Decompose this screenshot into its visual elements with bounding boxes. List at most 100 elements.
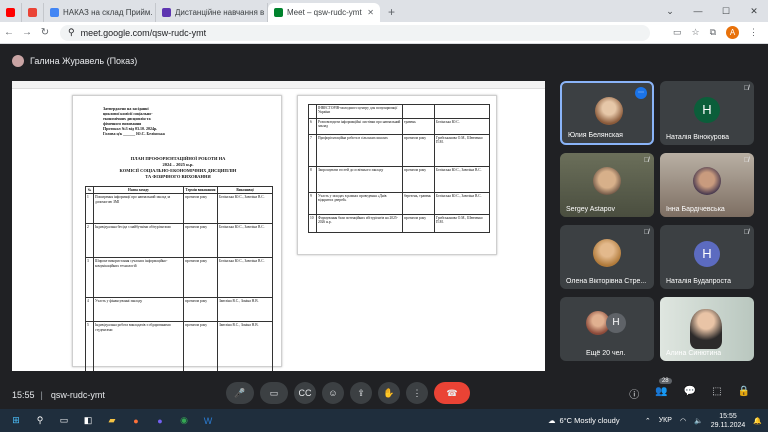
menu-icon[interactable]: ⋮ bbox=[749, 27, 758, 38]
browser-tab-4[interactable]: Дистанційне навчання в ВСП ✕ bbox=[156, 3, 268, 22]
profile-avatar[interactable]: A bbox=[726, 26, 739, 39]
col-header: Назва заходу bbox=[93, 185, 184, 195]
chat-icon[interactable]: 💬 bbox=[684, 386, 696, 401]
volume-icon[interactable]: 🔈 bbox=[694, 417, 703, 425]
participant-name: Наталія Вінокурова bbox=[666, 134, 730, 141]
more-options-button[interactable]: ⋮ bbox=[406, 382, 428, 404]
close-window-button[interactable]: ✕ bbox=[740, 0, 768, 22]
notifications-icon[interactable]: 🔔 bbox=[753, 417, 762, 425]
participant-tile[interactable]: Н 🎙̸ Наталія Вінокурова bbox=[660, 81, 754, 145]
chrome-icon[interactable]: ◉ bbox=[176, 413, 192, 429]
participant-name: Юлия Белянская bbox=[568, 132, 623, 139]
table-cell: Участь у заходах в рамках проведення «Дн… bbox=[316, 192, 403, 215]
participant-tile[interactable]: Н 🎙̸ Наталія Будапроста bbox=[660, 225, 754, 289]
star-icon[interactable]: ☆ bbox=[691, 27, 699, 38]
viber-icon[interactable]: ● bbox=[152, 413, 168, 429]
new-tab-button[interactable]: + bbox=[380, 5, 403, 22]
cloud-icon: ☁ bbox=[548, 416, 556, 425]
weather-widget[interactable]: ☁ 6°C Mostly cloudy bbox=[548, 409, 620, 432]
chevron-down-icon[interactable]: ⌄ bbox=[656, 0, 684, 22]
document-page-2: ІНВЕСТОРІВ-молодшого центру для популяри… bbox=[297, 95, 497, 255]
col-header: Виконавці bbox=[217, 185, 273, 195]
shared-screen[interactable]: Затверджено на засіданні циклової комісі… bbox=[12, 81, 545, 371]
document-toolbar bbox=[12, 81, 545, 89]
table-row: 3 Широке використання сучасних інформаці… bbox=[85, 257, 273, 299]
table-cell: Участь у фінансуванні закладу bbox=[93, 297, 184, 323]
browser-tab-meet[interactable]: Meet – qsw-rudc-ymt ✕ bbox=[268, 3, 380, 22]
raise-hand-button[interactable]: ✋ bbox=[378, 382, 400, 404]
table-cell: Індивідуальна робота викладачів з обдаро… bbox=[93, 321, 184, 371]
participant-tile[interactable]: 🎙̸ Sergey Astapov bbox=[560, 153, 654, 217]
browser-tab-2[interactable] bbox=[22, 3, 44, 22]
maximize-button[interactable]: ☐ bbox=[712, 0, 740, 22]
file-explorer-icon[interactable]: ▰ bbox=[104, 413, 120, 429]
people-icon[interactable]: 👥 28 bbox=[655, 378, 672, 401]
browser-tab-3[interactable]: НАКАЗ на склад Прийм. комі ✕ bbox=[44, 3, 156, 22]
title-line: ТА ФІЗИЧНОГО ВИХОВАННЯ bbox=[145, 174, 211, 179]
avatar: Н bbox=[694, 97, 720, 123]
table-cell: протягом року bbox=[183, 297, 218, 323]
captions-button[interactable]: CC bbox=[294, 382, 316, 404]
table-cell: 1 bbox=[85, 193, 94, 225]
browser-tab-1[interactable] bbox=[0, 3, 22, 22]
info-icon[interactable]: ⓘ bbox=[629, 386, 639, 401]
end-call-button[interactable]: ☎ bbox=[434, 382, 470, 404]
table-header-row: № Назва заходу Термін виконання Виконавц… bbox=[85, 185, 273, 195]
meeting-code: qsw-rudc-ymt bbox=[50, 389, 105, 400]
address-bar: ← → ↻ ⚲ meet.google.com/qsw-rudc-ymt ▭ ☆… bbox=[0, 22, 768, 44]
more-participants-tile[interactable]: Н Ещё 20 чел. bbox=[560, 297, 654, 361]
url-field[interactable]: ⚲ meet.google.com/qsw-rudc-ymt bbox=[60, 24, 650, 41]
url-text: meet.google.com/qsw-rudc-ymt bbox=[80, 27, 207, 38]
document-page-1: Затверджено на засіданні циклової комісі… bbox=[72, 95, 282, 371]
chevron-up-icon[interactable]: ⌃ bbox=[645, 417, 651, 425]
present-button[interactable]: ⇪ bbox=[350, 382, 372, 404]
participant-tile[interactable]: 🎙̸ Інна Бардічевська bbox=[660, 153, 754, 217]
mic-button[interactable]: 🎤 bbox=[226, 382, 254, 404]
table-cell: Белінська Ю.С., Завєзіна В.С. bbox=[434, 166, 490, 193]
emoji-button[interactable]: ☺ bbox=[322, 382, 344, 404]
wifi-icon[interactable]: ◠ bbox=[680, 417, 686, 425]
task-view-icon[interactable]: ▭ bbox=[56, 413, 72, 429]
participant-tile[interactable]: 🎙̸ Олена Вікторівна Стре... bbox=[560, 225, 654, 289]
search-icon[interactable]: ⚲ bbox=[32, 413, 48, 429]
gmail-icon bbox=[28, 8, 37, 17]
widgets-icon[interactable]: ◧ bbox=[80, 413, 96, 429]
table-cell: Завєзіна В.С., Зоніна Н.В. bbox=[217, 321, 273, 371]
clock[interactable]: 15:55 29.11.2024 bbox=[711, 412, 746, 430]
avatar bbox=[593, 167, 621, 195]
back-button[interactable]: ← bbox=[0, 27, 18, 38]
site-info-icon[interactable]: ⚲ bbox=[68, 27, 75, 38]
firefox-icon[interactable]: ● bbox=[128, 413, 144, 429]
camera-button[interactable]: ▭ bbox=[260, 382, 288, 404]
extensions-icon[interactable]: ⧉ bbox=[710, 27, 716, 38]
clock-time: 15:55 bbox=[719, 412, 737, 420]
activities-icon[interactable]: ⬚ bbox=[712, 386, 721, 401]
table-cell: 10 bbox=[308, 214, 317, 233]
meet-control-bar: 15:55 | qsw-rudc-ymt 🎤 ▭ CC ☺ ⇪ ✋ ⋮ ☎ ⓘ … bbox=[0, 378, 768, 409]
table-cell: протягом року bbox=[402, 214, 435, 233]
mic-off-icon: 🎙̸ bbox=[743, 229, 749, 236]
host-controls-icon[interactable]: 🔒 bbox=[738, 386, 750, 401]
participant-tile[interactable]: Алина Синютина bbox=[660, 297, 754, 361]
table-cell: Белінська Ю.С., Завєзіна В.С. bbox=[217, 257, 273, 299]
table-cell: 5 bbox=[85, 321, 94, 371]
windows-start-icon[interactable]: ⊞ bbox=[8, 413, 24, 429]
plan-table: № Назва заходу Термін виконання Виконавц… bbox=[85, 185, 273, 371]
reload-button[interactable]: ↻ bbox=[36, 27, 54, 38]
classroom-icon bbox=[162, 8, 171, 17]
table-cell: протягом року bbox=[183, 223, 218, 259]
speaking-icon: ⋯ bbox=[635, 87, 647, 99]
table-row: 5 Індивідуальна робота викладачів з обда… bbox=[85, 321, 273, 371]
table-cell: Белінська Ю.С., Завєзіна В.С. bbox=[434, 192, 490, 215]
avatar bbox=[693, 167, 721, 195]
camera-icon[interactable]: ▭ bbox=[673, 27, 682, 38]
word-icon[interactable]: W bbox=[200, 413, 216, 429]
minimize-button[interactable]: — bbox=[684, 0, 712, 22]
close-icon[interactable]: ✕ bbox=[367, 8, 374, 17]
language-indicator[interactable]: УКР bbox=[659, 417, 672, 424]
forward-button[interactable]: → bbox=[18, 27, 36, 38]
call-controls: 🎤 ▭ CC ☺ ⇪ ✋ ⋮ ☎ bbox=[226, 382, 470, 404]
participant-tile[interactable]: ⋯ Юлия Белянская bbox=[560, 81, 654, 145]
table-row: ІНВЕСТОРІВ-молодшого центру для популяри… bbox=[308, 104, 490, 119]
tab-label: Дистанційне навчання в ВСП bbox=[175, 8, 267, 17]
